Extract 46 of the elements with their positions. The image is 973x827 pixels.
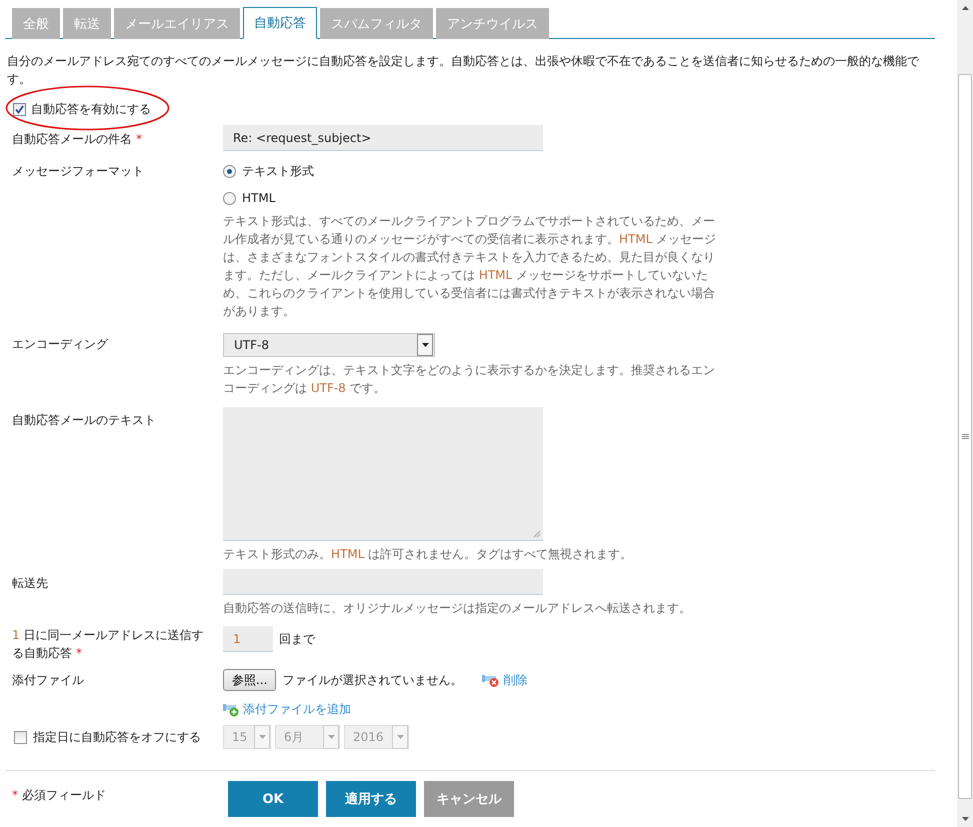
text-field[interactable]: Re: <request_subject> — [223, 125, 543, 151]
tab[interactable]: アンチウイルス — [436, 8, 549, 39]
field-label: 自動応答メールのテキスト — [12, 413, 156, 427]
caret-icon[interactable] — [422, 343, 428, 347]
dropdown: 15 — [223, 725, 271, 749]
field-label: メッセージフォーマット — [12, 164, 144, 178]
field-label: エンコーディング — [12, 337, 108, 351]
action-button[interactable]: OK — [228, 781, 318, 817]
add-attachment-link[interactable]: 添付ファイルを追加 — [223, 701, 351, 718]
scrollbar-thumb[interactable] — [958, 74, 972, 799]
text-field[interactable] — [223, 569, 543, 595]
remove-link[interactable]: 削除 — [482, 672, 528, 688]
file-status: ファイルが選択されていません。 — [282, 672, 462, 688]
field-label: 自動応答メールの件名 * — [12, 132, 142, 146]
tab[interactable]: メールエイリアス — [114, 8, 240, 39]
checkbox-label: 指定日に自動応答をオフにする — [33, 729, 201, 746]
browse-button[interactable]: 参照... — [223, 669, 276, 691]
dropdown: 2016 — [344, 725, 409, 749]
add-icon — [223, 702, 240, 716]
help-text: エンコーディングは、テキスト文字をどのように表示するかを決定します。推奨されるエンコーディングは UTF-8 です。 — [223, 362, 716, 397]
radio-button[interactable] — [223, 192, 236, 204]
action-button[interactable]: 適用する — [326, 781, 416, 817]
tab[interactable]: 自動応答 — [243, 7, 317, 39]
dropdown: 6月 — [275, 725, 340, 749]
resize-grip-icon[interactable] — [533, 530, 541, 538]
checkbox-label: 自動応答を有効にする — [31, 100, 151, 118]
intro-text: 自分のメールアドレス宛てのすべてのメールメッセージに自動応答を設定します。自動応答とは、出張や休暇で不在であることを送信者に知らせるための一般的な機能です。 — [7, 53, 920, 88]
tab[interactable]: 全般 — [12, 8, 60, 39]
required-note: * 必須フィールド — [12, 787, 107, 804]
checkbox[interactable] — [13, 102, 26, 116]
field-label: 転送先 — [12, 576, 48, 590]
cancel-button[interactable]: キャンセル — [424, 781, 514, 817]
radio-label[interactable]: HTML — [242, 191, 276, 205]
number-field[interactable]: 1 — [223, 626, 273, 652]
help-text: テキスト形式のみ。HTML は許可されません。タグはすべて無視されます。 — [223, 546, 634, 563]
help-text: 自動応答の送信時に、オリジナルメッセージは指定のメールアドレスへ転送されます。 — [223, 600, 692, 617]
remove-icon — [482, 673, 500, 687]
help-text: テキスト形式は、すべてのメールクライアントプログラムでサポートされているため、メール作成者が見ている通りのメッセージがすべての受信者に表示されます。HTML メッセージは、さまざまなフォントスタイルの書式付きテキストを入力できるため、見た目が良くなります。ただし、メールクライアントによっては HTML メッセージをサポートしていないため、これらのクライアントを使用している受信者には書式付きテキストが表示されない場合があります。 — [223, 213, 718, 320]
dropdown[interactable]: UTF-8 — [223, 333, 435, 357]
unit-label: 回まで — [279, 630, 315, 648]
tab[interactable]: 転送 — [63, 8, 111, 39]
radio-button[interactable] — [223, 164, 236, 178]
field-label: 1 日に同一メールアドレスに送信する自動応答 * — [12, 628, 204, 660]
field-label: 添付ファイル — [12, 673, 84, 687]
radio-label[interactable]: テキスト形式 — [242, 162, 314, 180]
tab[interactable]: スパムフィルタ — [320, 8, 433, 39]
